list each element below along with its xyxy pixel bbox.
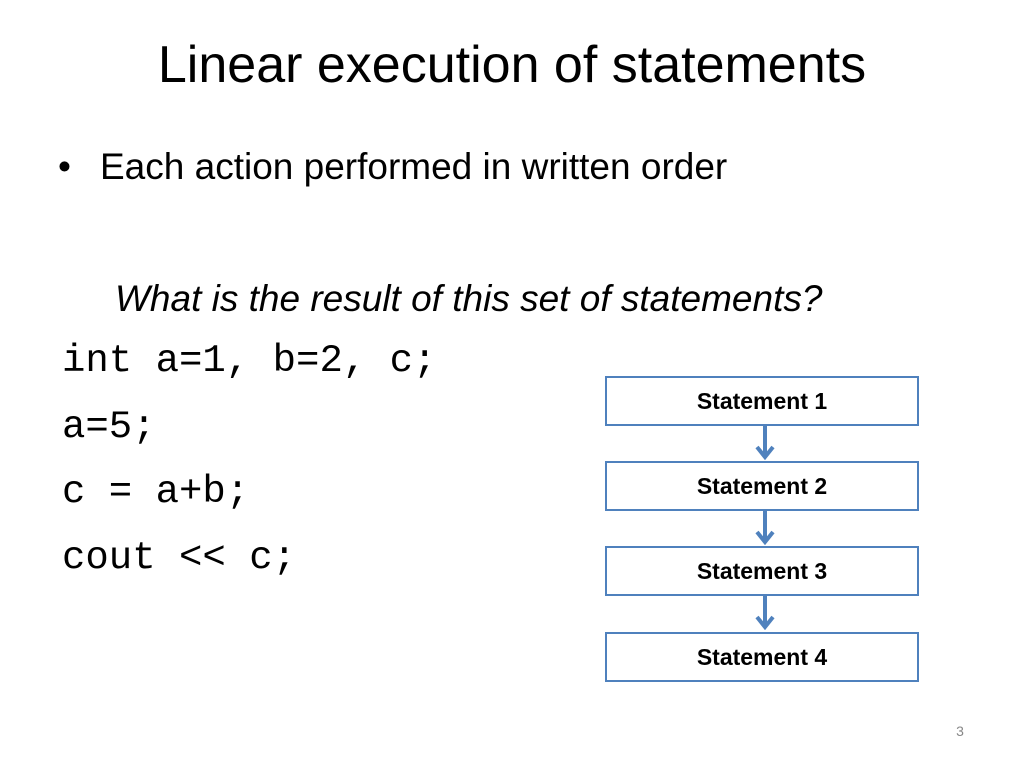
flow-box-statement-2: Statement 2: [605, 461, 919, 511]
down-arrow-icon: [755, 596, 775, 630]
flow-box-statement-1: Statement 1: [605, 376, 919, 426]
page-number: 3: [956, 723, 964, 739]
slide-title: Linear execution of statements: [157, 36, 867, 94]
flow-box-statement-3: Statement 3: [605, 546, 919, 596]
bullet-text: Each action performed in written order: [100, 146, 728, 187]
code-line: int a=1, b=2, c;: [62, 339, 437, 383]
down-arrow-icon: [755, 426, 775, 460]
code-line: cout << c;: [62, 536, 297, 580]
code-line: a=5;: [62, 405, 156, 449]
bullet-item: • Each action performed in written order: [58, 142, 727, 192]
flow-box-statement-4: Statement 4: [605, 632, 919, 682]
bullet-icon: •: [58, 146, 71, 187]
code-line: c = a+b;: [62, 470, 250, 514]
question-text: What is the result of this set of statem…: [115, 278, 823, 319]
down-arrow-icon: [755, 511, 775, 545]
